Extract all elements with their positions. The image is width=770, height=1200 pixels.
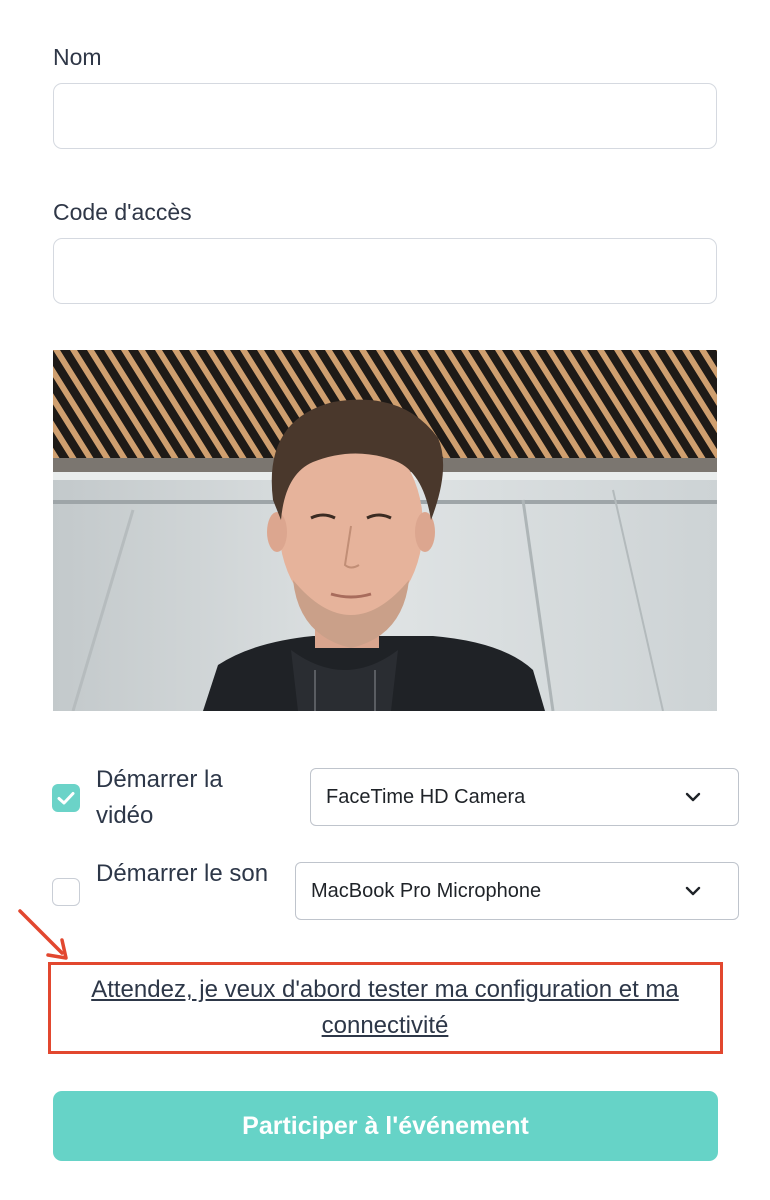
name-label: Nom bbox=[53, 44, 102, 70]
camera-select[interactable]: FaceTime HD Camera bbox=[310, 768, 739, 826]
annotation-arrow-icon bbox=[18, 909, 68, 960]
chevron-down-icon bbox=[685, 792, 701, 802]
join-event-button[interactable]: Participer à l'événement bbox=[53, 1091, 718, 1161]
name-input[interactable] bbox=[53, 83, 717, 149]
camera-preview-image bbox=[53, 350, 717, 711]
start-video-checkbox[interactable] bbox=[52, 784, 80, 812]
camera-preview bbox=[53, 350, 717, 711]
microphone-select-value: MacBook Pro Microphone bbox=[311, 879, 542, 902]
microphone-select[interactable]: MacBook Pro Microphone bbox=[295, 862, 739, 920]
start-audio-label[interactable]: Démarrer le son bbox=[96, 856, 286, 892]
check-icon bbox=[57, 792, 75, 805]
access-code-input[interactable] bbox=[53, 238, 717, 304]
start-audio-checkbox[interactable] bbox=[52, 878, 80, 906]
test-configuration-link[interactable]: Attendez, je veux d'abord tester ma conf… bbox=[50, 972, 720, 1044]
start-video-label[interactable]: Démarrer la vidéo bbox=[96, 762, 286, 834]
camera-select-value: FaceTime HD Camera bbox=[326, 785, 526, 808]
chevron-down-icon bbox=[685, 886, 701, 896]
access-code-label: Code d'accès bbox=[53, 199, 192, 225]
